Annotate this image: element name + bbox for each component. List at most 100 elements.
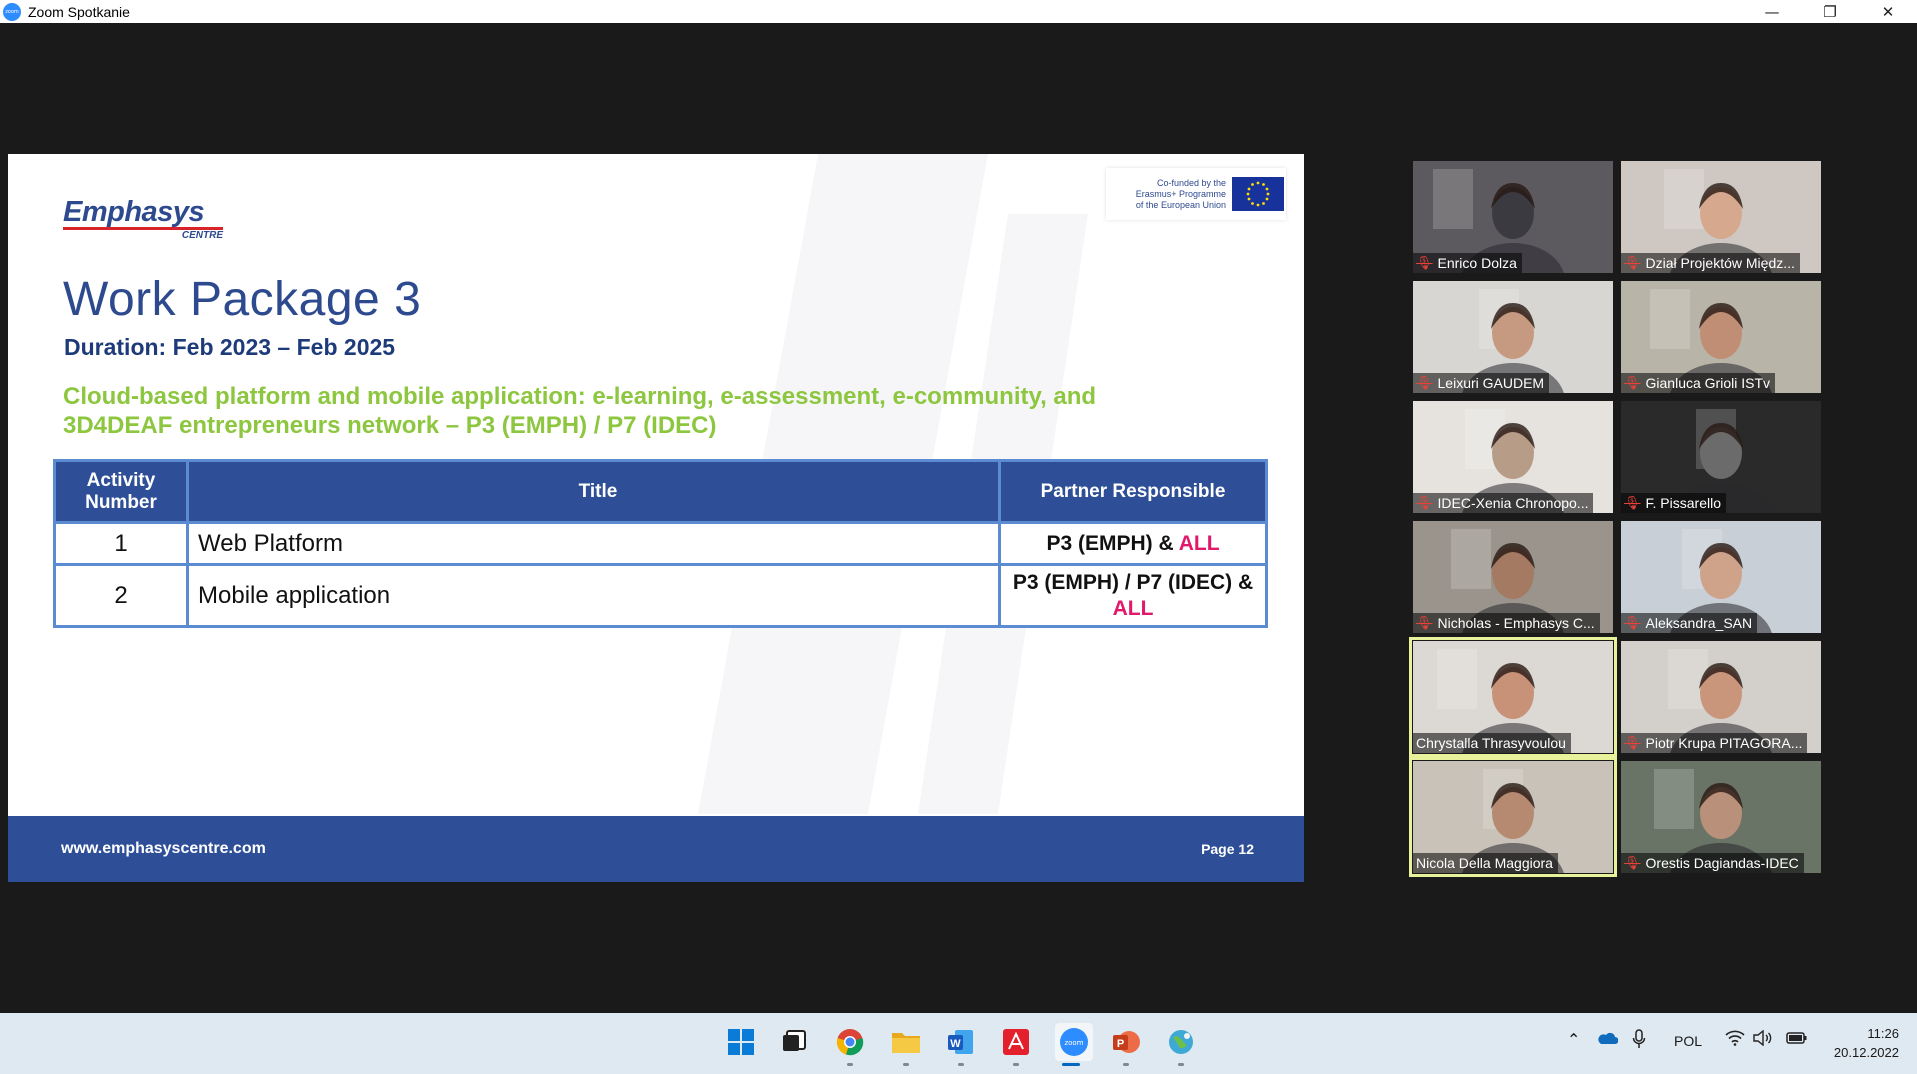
participant-tile[interactable]: Nicola Della Maggiora	[1409, 757, 1617, 877]
activity-title: Mobile application	[186, 563, 1001, 628]
participant-name: Chrystalla Thrasyvoulou	[1416, 735, 1566, 751]
muted-microphone-icon: 🎙	[1416, 255, 1433, 271]
participant-name: Nicola Della Maggiora	[1416, 855, 1553, 871]
eu-text: Co-funded by the Erasmus+ Programme of t…	[1135, 177, 1226, 210]
word-icon[interactable]: W	[945, 1026, 977, 1058]
muted-microphone-icon: 🎙	[1624, 375, 1641, 391]
powerpoint-icon[interactable]: P	[1110, 1026, 1142, 1058]
footer-page-number: Page 12	[1201, 841, 1254, 857]
emphasys-logo: Emphasys CENTRE	[63, 196, 223, 241]
participant-name-label: 🎙 Enrico Dolza	[1413, 253, 1522, 273]
close-button[interactable]: ✕	[1859, 0, 1917, 23]
zoom-taskbar-icon[interactable]: zoom	[1055, 1023, 1093, 1061]
activity-number: 1	[53, 521, 189, 566]
participant-name-label: 🎙 Dział Projektów Międz...	[1621, 253, 1800, 273]
participant-name-label: 🎙 Nicholas - Emphasys C...	[1413, 613, 1600, 633]
participant-name-label: Nicola Della Maggiora	[1413, 853, 1558, 873]
participant-tile[interactable]: 🎙 Dział Projektów Międz...	[1621, 161, 1821, 273]
participant-name: Orestis Dagiandas-IDEC	[1645, 855, 1799, 871]
participant-name-label: 🎙 Aleksandra_SAN	[1621, 613, 1758, 633]
partner-all: ALL	[1112, 596, 1154, 620]
partner-text: P3 (EMPH) / P7 (IDEC) &	[1012, 570, 1254, 594]
participant-name: Enrico Dolza	[1437, 255, 1517, 271]
participant-name-label: 🎙 Gianluca Grioli ISTv	[1621, 373, 1775, 393]
participant-tile[interactable]: 🎙 Piotr Krupa PITAGORA...	[1621, 641, 1821, 753]
language-indicator[interactable]: POL	[1674, 1033, 1702, 1049]
activity-title: Web Platform	[186, 521, 1001, 566]
participant-name-label: 🎙 IDEC-Xenia Chronopo...	[1413, 493, 1594, 513]
participant-tile[interactable]: 🎙 IDEC-Xenia Chronopo...	[1413, 401, 1613, 513]
eu-flag-icon	[1232, 177, 1284, 211]
task-view-icon[interactable]	[778, 1026, 810, 1058]
file-explorer-icon[interactable]	[890, 1026, 922, 1058]
browser-globe-icon[interactable]	[1165, 1026, 1197, 1058]
minimize-button[interactable]: —	[1743, 0, 1801, 23]
window-controls: — ❐ ✕	[1743, 0, 1917, 23]
muted-microphone-icon: 🎙	[1624, 735, 1641, 751]
participant-name: Gianluca Grioli ISTv	[1645, 375, 1770, 391]
zoom-active-indicator	[1062, 1063, 1080, 1066]
chrome-icon[interactable]	[834, 1026, 866, 1058]
battery-icon[interactable]	[1786, 1030, 1808, 1049]
restore-button[interactable]: ❐	[1801, 0, 1859, 23]
brand-name: Emphasys	[63, 196, 205, 228]
table-row: 2 Mobile application P3 (EMPH) / P7 (IDE…	[53, 563, 1268, 628]
participant-name: Dział Projektów Międz...	[1645, 255, 1795, 271]
slide-footer: www.emphasyscentre.com Page 12	[8, 816, 1304, 882]
muted-microphone-icon: 🎙	[1416, 615, 1433, 631]
header-title: Title	[186, 459, 1001, 524]
participant-name-label: 🎙 Leixuri GAUDEM	[1413, 373, 1550, 393]
slide-subtitle: Cloud-based platform and mobile applicat…	[63, 383, 1097, 439]
muted-microphone-icon: 🎙	[1624, 855, 1641, 871]
clock-date: 20.12.2022	[1833, 1045, 1899, 1060]
microphone-icon[interactable]	[1632, 1029, 1646, 1052]
slide-title: Work Package 3	[63, 273, 422, 326]
participant-tile[interactable]: 🎙 Nicholas - Emphasys C...	[1413, 521, 1613, 633]
acrobat-running-indicator	[1013, 1063, 1019, 1066]
meeting-area: Emphasys CENTRE Co-funded by the Erasmus…	[0, 23, 1917, 1013]
header-activity-number: Activity Number	[53, 459, 189, 524]
activities-table: Activity Number Title Partner Responsibl…	[53, 459, 1268, 628]
table-header-row: Activity Number Title Partner Responsibl…	[53, 459, 1268, 524]
participant-tile[interactable]: 🎙 Orestis Dagiandas-IDEC	[1621, 761, 1821, 873]
volume-icon[interactable]	[1752, 1029, 1772, 1049]
participant-tile[interactable]: 🎙 F. Pissarello	[1621, 401, 1821, 513]
participant-tile[interactable]: 🎙 Enrico Dolza	[1413, 161, 1613, 273]
window-titlebar: zoom Zoom Spotkanie — ❐ ✕	[0, 0, 1917, 23]
brand-sub: CENTRE	[181, 230, 223, 241]
participant-tile[interactable]: Chrystalla Thrasyvoulou	[1409, 637, 1617, 757]
muted-microphone-icon: 🎙	[1416, 495, 1433, 511]
windows-taskbar: W zoom P ⌃ POL 11:26 20.12.2022	[0, 1013, 1917, 1074]
participant-name-label: Chrystalla Thrasyvoulou	[1413, 733, 1571, 753]
zoom-app-icon: zoom	[3, 2, 21, 21]
participant-name: Nicholas - Emphasys C...	[1437, 615, 1595, 631]
taskbar-clock[interactable]: 11:26 20.12.2022	[1834, 1024, 1899, 1062]
svg-text:zoom: zoom	[1064, 1039, 1083, 1047]
muted-microphone-icon: 🎙	[1624, 495, 1641, 511]
chrome-running-indicator	[847, 1063, 853, 1066]
svg-text:W: W	[950, 1038, 961, 1050]
participant-name: Aleksandra_SAN	[1645, 615, 1753, 631]
powerpoint-running-indicator	[1123, 1063, 1129, 1066]
participant-name: F. Pissarello	[1645, 495, 1721, 511]
windows-start-icon[interactable]	[725, 1026, 757, 1058]
chevron-up-icon[interactable]: ⌃	[1567, 1030, 1580, 1049]
eu-cofunded-badge: Co-funded by the Erasmus+ Programme of t…	[1106, 168, 1286, 220]
svg-text:P: P	[1117, 1038, 1124, 1050]
clock-time: 11:26	[1867, 1026, 1899, 1041]
wifi-icon[interactable]	[1725, 1030, 1745, 1049]
onedrive-cloud-icon[interactable]	[1596, 1031, 1619, 1048]
muted-microphone-icon: 🎙	[1624, 615, 1641, 631]
participant-name: IDEC-Xenia Chronopo...	[1437, 495, 1589, 511]
partner-responsible: P3 (EMPH) & ALL	[998, 521, 1268, 566]
window-title: Zoom Spotkanie	[28, 3, 130, 20]
acrobat-icon[interactable]	[1000, 1026, 1032, 1058]
partner-all: ALL	[1178, 531, 1220, 555]
muted-microphone-icon: 🎙	[1416, 375, 1433, 391]
participant-tile[interactable]: 🎙 Gianluca Grioli ISTv	[1621, 281, 1821, 393]
participant-tile[interactable]: 🎙 Leixuri GAUDEM	[1413, 281, 1613, 393]
browser-running-indicator	[1178, 1063, 1184, 1066]
participant-tile[interactable]: 🎙 Aleksandra_SAN	[1621, 521, 1821, 633]
explorer-running-indicator	[903, 1063, 909, 1066]
header-partner: Partner Responsible	[998, 459, 1268, 524]
